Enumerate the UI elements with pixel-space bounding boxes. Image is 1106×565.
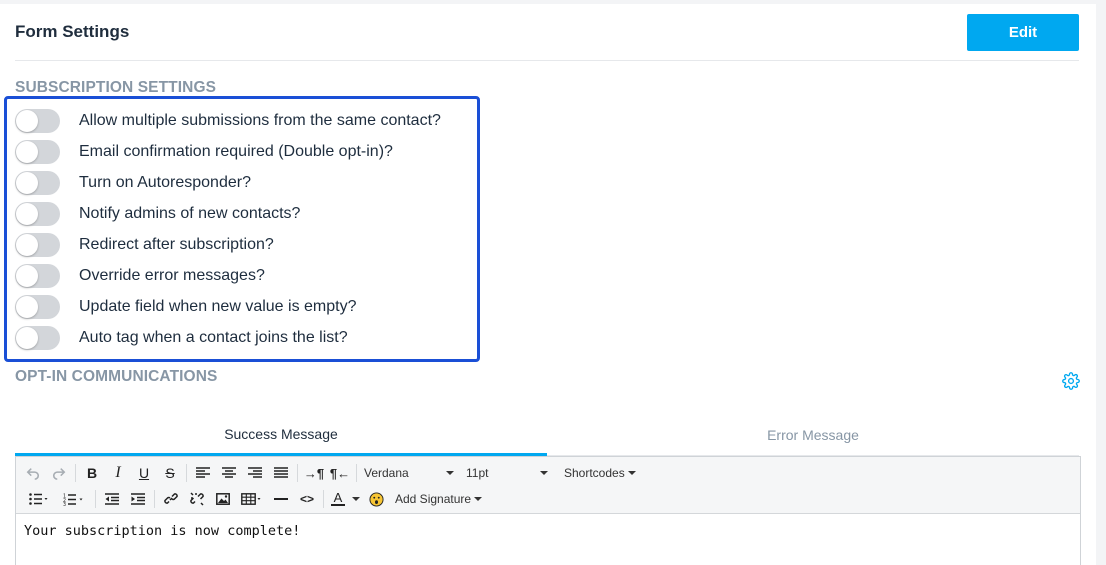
toolbar-divider <box>154 490 155 508</box>
toggle-row-multiple-submissions: Allow multiple submissions from the same… <box>15 108 441 134</box>
add-signature-label: Add Signature <box>395 492 472 506</box>
toolbar-divider <box>323 490 324 508</box>
editor-content[interactable]: Your subscription is now complete! <box>24 523 300 539</box>
toggle-row-override-errors: Override error messages? <box>15 263 265 289</box>
align-left-icon[interactable] <box>190 462 216 484</box>
toggle-row-update-field: Update field when new value is empty? <box>15 294 357 320</box>
toolbar-divider <box>95 490 96 508</box>
toolbar-divider <box>75 464 76 482</box>
form-settings-card: Form Settings Edit SUBSCRIPTION SETTINGS… <box>0 4 1096 565</box>
toggle-knob <box>16 234 38 256</box>
text-color-button[interactable]: A <box>327 488 349 510</box>
toggle-switch[interactable] <box>15 171 60 195</box>
subscription-settings-heading: SUBSCRIPTION SETTINGS <box>15 79 217 96</box>
rtl-paragraph-icon[interactable]: ¶← <box>327 462 353 484</box>
toggle-row-redirect: Redirect after subscription? <box>15 232 274 258</box>
link-icon[interactable] <box>158 488 184 510</box>
toggle-knob <box>16 265 38 287</box>
toggle-knob <box>16 172 38 194</box>
image-icon[interactable] <box>210 488 236 510</box>
toggle-label: Allow multiple submissions from the same… <box>79 112 441 129</box>
chevron-down-icon <box>540 471 548 475</box>
text-color-letter: A <box>333 490 343 505</box>
italic-icon[interactable]: I <box>105 462 131 484</box>
chevron-down-icon <box>627 471 636 475</box>
outdent-icon[interactable] <box>99 488 125 510</box>
add-signature-dropdown[interactable]: Add Signature <box>395 488 483 510</box>
bullet-list-icon[interactable] <box>22 488 56 510</box>
toggle-row-double-opt-in: Email confirmation required (Double opt-… <box>15 139 393 165</box>
text-color-dropdown[interactable] <box>349 488 363 510</box>
toggle-knob <box>16 110 38 132</box>
undo-icon[interactable] <box>20 462 46 484</box>
toolbar-divider <box>356 464 357 482</box>
toggle-label: Auto tag when a contact joins the list? <box>79 329 348 346</box>
align-right-icon[interactable] <box>242 462 268 484</box>
indent-icon[interactable] <box>125 488 151 510</box>
toolbar-row-1: B I U S →¶ ¶← Verdana 11pt Shortcodes <box>16 460 1080 486</box>
toggle-label: Turn on Autoresponder? <box>79 174 251 191</box>
code-view-icon[interactable]: <> <box>294 488 320 510</box>
font-family-select[interactable]: Verdana <box>360 462 458 484</box>
toggle-row-auto-tag: Auto tag when a contact joins the list? <box>15 325 348 351</box>
tab-error-message[interactable]: Error Message <box>547 414 1079 456</box>
toggle-switch[interactable] <box>15 109 60 133</box>
card-header: Form Settings Edit <box>15 4 1079 61</box>
toggle-row-autoresponder: Turn on Autoresponder? <box>15 170 251 196</box>
opt-in-communications-heading: OPT-IN COMMUNICATIONS <box>15 368 218 385</box>
message-tabs: Success Message Error Message <box>15 414 1079 456</box>
highlight-frame <box>4 96 480 362</box>
ltr-paragraph-icon[interactable]: →¶ <box>301 462 327 484</box>
font-size-select[interactable]: 11pt <box>466 462 552 484</box>
toggle-label: Update field when new value is empty? <box>79 298 357 315</box>
toggle-switch[interactable] <box>15 295 60 319</box>
align-center-icon[interactable] <box>216 462 242 484</box>
toggle-label: Email confirmation required (Double opt-… <box>79 143 393 160</box>
toggle-knob <box>16 296 38 318</box>
numbered-list-icon[interactable]: 123 <box>56 488 92 510</box>
underline-icon[interactable]: U <box>131 462 157 484</box>
horizontal-rule-icon[interactable] <box>268 488 294 510</box>
svg-text:3: 3 <box>63 502 66 506</box>
toggle-knob <box>16 203 38 225</box>
toggle-label: Override error messages? <box>79 267 265 284</box>
toggle-knob <box>16 327 38 349</box>
toggle-row-notify-admins: Notify admins of new contacts? <box>15 201 300 227</box>
toggle-label: Redirect after subscription? <box>79 236 274 253</box>
toggle-switch[interactable] <box>15 326 60 350</box>
font-family-value: Verdana <box>364 466 409 480</box>
toolbar-divider <box>186 464 187 482</box>
shortcodes-dropdown[interactable]: Shortcodes <box>564 462 636 484</box>
chevron-down-icon <box>446 471 454 475</box>
editor-toolbar: B I U S →¶ ¶← Verdana 11pt Shortcodes 1 … <box>16 457 1080 514</box>
toggle-switch[interactable] <box>15 264 60 288</box>
unlink-icon[interactable] <box>184 488 210 510</box>
toolbar-row-2: 123 <> A Add Signature <box>16 486 1080 512</box>
toggle-switch[interactable] <box>15 233 60 257</box>
chevron-down-icon <box>352 497 360 501</box>
emoji-icon[interactable] <box>363 488 389 510</box>
bold-icon[interactable]: B <box>79 462 105 484</box>
tab-success-message[interactable]: Success Message <box>15 414 547 456</box>
toggle-label: Notify admins of new contacts? <box>79 205 301 222</box>
gear-icon[interactable] <box>1062 372 1080 390</box>
shortcodes-label: Shortcodes <box>564 466 625 480</box>
edit-button[interactable]: Edit <box>967 14 1079 51</box>
toggle-switch[interactable] <box>15 140 60 164</box>
font-size-value: 11pt <box>466 466 489 480</box>
rich-text-editor: B I U S →¶ ¶← Verdana 11pt Shortcodes 1 … <box>15 456 1081 565</box>
align-justify-icon[interactable] <box>268 462 294 484</box>
strikethrough-icon[interactable]: S <box>157 462 183 484</box>
chevron-down-icon <box>474 497 483 501</box>
toggle-knob <box>16 141 38 163</box>
table-icon[interactable] <box>236 488 268 510</box>
page-title: Form Settings <box>15 22 130 41</box>
toggle-switch[interactable] <box>15 202 60 226</box>
redo-icon[interactable] <box>46 462 72 484</box>
text-color-swatch <box>331 504 345 506</box>
toolbar-divider <box>297 464 298 482</box>
